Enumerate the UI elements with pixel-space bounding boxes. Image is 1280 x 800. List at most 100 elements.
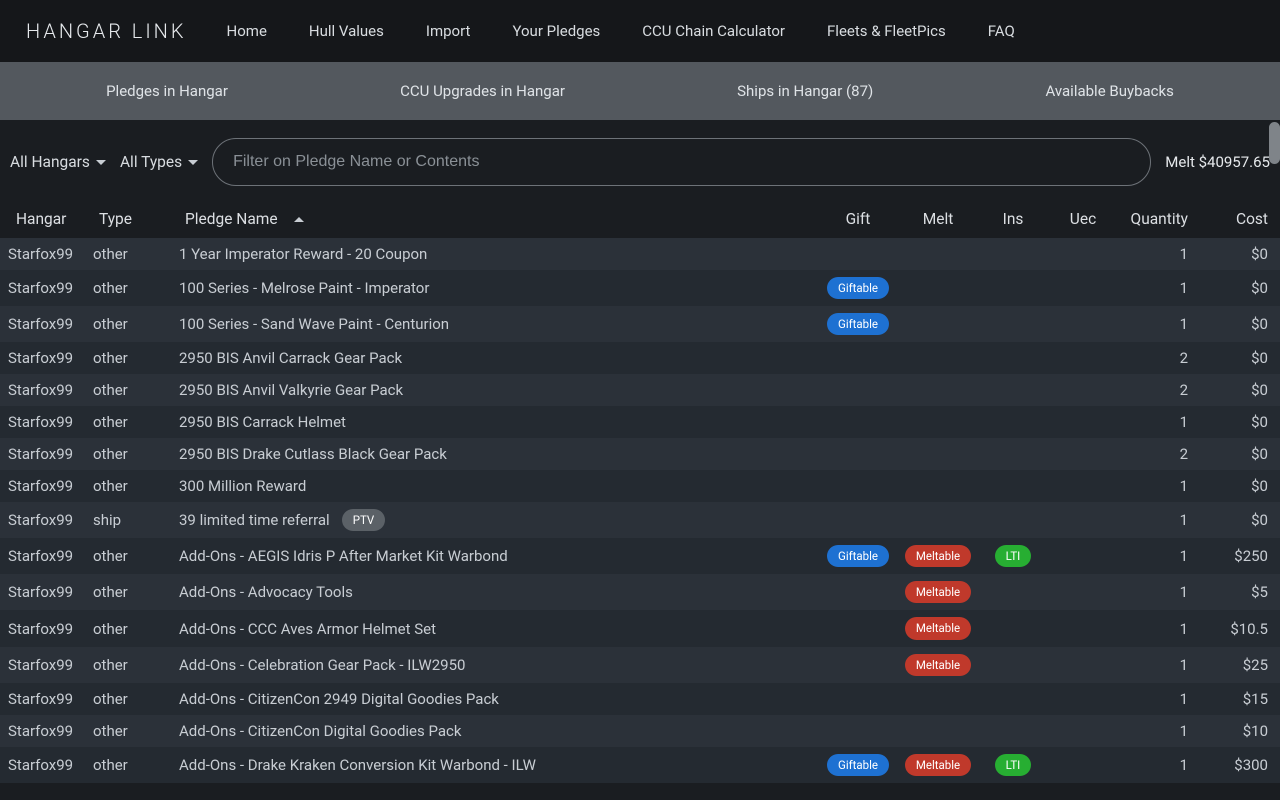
col-gift[interactable]: Gift	[818, 210, 898, 228]
type-dropdown-label: All Types	[120, 153, 182, 171]
tag-badge: PTV	[342, 509, 386, 531]
cell-quantity: 1	[1118, 583, 1198, 601]
pledge-name-text: 300 Million Reward	[179, 477, 306, 495]
table-row[interactable]: Starfox99ship39 limited time referralPTV…	[0, 502, 1280, 538]
cell-cost: $0	[1198, 511, 1268, 529]
cell-pledge-name: 2950 BIS Anvil Valkyrie Gear Pack	[173, 381, 818, 399]
brand-logo: HANGAR LINK	[26, 19, 187, 43]
table-row[interactable]: Starfox99otherAdd-Ons - Celebration Gear…	[0, 647, 1280, 683]
cell-melt: Meltable	[898, 754, 978, 776]
nav-home[interactable]: Home	[227, 22, 267, 40]
cell-quantity: 1	[1118, 477, 1198, 495]
cell-ins: LTI	[978, 545, 1048, 567]
cell-gift: Giftable	[818, 754, 898, 776]
table-row[interactable]: Starfox99otherAdd-Ons - CitizenCon Digit…	[0, 715, 1280, 747]
cell-cost: $0	[1198, 445, 1268, 463]
tab-ships-in-hangar[interactable]: Ships in Hangar (87)	[737, 82, 873, 100]
filter-bar: All Hangars All Types Melt $40957.65	[0, 120, 1280, 200]
cell-type: other	[93, 413, 173, 431]
cell-hangar: Starfox99	[8, 315, 93, 333]
giftable-badge: Giftable	[827, 313, 889, 335]
cell-quantity: 1	[1118, 315, 1198, 333]
cell-hangar: Starfox99	[8, 547, 93, 565]
col-type[interactable]: Type	[99, 210, 179, 228]
cell-quantity: 1	[1118, 245, 1198, 263]
table-header: Hangar Type Pledge Name Gift Melt Ins Ue…	[0, 200, 1280, 238]
tab-pledges-in-hangar[interactable]: Pledges in Hangar	[106, 82, 228, 100]
cell-quantity: 2	[1118, 349, 1198, 367]
col-pledge-name[interactable]: Pledge Name	[179, 210, 818, 228]
cell-cost: $300	[1198, 756, 1268, 774]
pledge-name-text: 39 limited time referral	[179, 511, 330, 529]
cell-pledge-name: 2950 BIS Carrack Helmet	[173, 413, 818, 431]
cell-quantity: 2	[1118, 445, 1198, 463]
cell-cost: $0	[1198, 349, 1268, 367]
nav-import[interactable]: Import	[426, 22, 471, 40]
meltable-badge: Meltable	[905, 617, 971, 639]
cell-hangar: Starfox99	[8, 477, 93, 495]
cell-cost: $250	[1198, 547, 1268, 565]
meltable-badge: Meltable	[905, 581, 971, 603]
cell-cost: $10	[1198, 722, 1268, 740]
cell-type: other	[93, 547, 173, 565]
col-pledge-name-label: Pledge Name	[185, 210, 278, 228]
lti-badge: LTI	[995, 545, 1032, 567]
nav-your-pledges[interactable]: Your Pledges	[512, 22, 600, 40]
table-row[interactable]: Starfox99other100 Series - Sand Wave Pai…	[0, 306, 1280, 342]
table-row[interactable]: Starfox99otherAdd-Ons - Drake Kraken Con…	[0, 747, 1280, 783]
hangar-dropdown[interactable]: All Hangars	[10, 153, 106, 171]
table-row[interactable]: Starfox99other2950 BIS Drake Cutlass Bla…	[0, 438, 1280, 470]
cell-hangar: Starfox99	[8, 349, 93, 367]
tab-ccu-upgrades[interactable]: CCU Upgrades in Hangar	[400, 82, 565, 100]
col-melt[interactable]: Melt	[898, 210, 978, 228]
cell-quantity: 1	[1118, 279, 1198, 297]
chevron-down-icon	[188, 160, 198, 165]
cell-cost: $0	[1198, 245, 1268, 263]
col-quantity[interactable]: Quantity	[1118, 210, 1198, 228]
cell-hangar: Starfox99	[8, 445, 93, 463]
cell-type: other	[93, 477, 173, 495]
table-row[interactable]: Starfox99otherAdd-Ons - Advocacy ToolsMe…	[0, 574, 1280, 610]
cell-gift: Giftable	[818, 277, 898, 299]
pledge-name-text: Add-Ons - CitizenCon Digital Goodies Pac…	[179, 722, 461, 740]
table-row[interactable]: Starfox99other2950 BIS Anvil Carrack Gea…	[0, 342, 1280, 374]
cell-quantity: 1	[1118, 722, 1198, 740]
table-row[interactable]: Starfox99other100 Series - Melrose Paint…	[0, 270, 1280, 306]
tab-available-buybacks[interactable]: Available Buybacks	[1045, 82, 1173, 100]
search-input[interactable]	[212, 138, 1151, 186]
type-dropdown[interactable]: All Types	[120, 153, 198, 171]
nav-links: Home Hull Values Import Your Pledges CCU…	[227, 22, 1015, 40]
table-row[interactable]: Starfox99otherAdd-Ons - CCC Aves Armor H…	[0, 610, 1280, 646]
cell-melt: Meltable	[898, 617, 978, 639]
sub-nav: Pledges in Hangar CCU Upgrades in Hangar…	[0, 62, 1280, 120]
nav-faq[interactable]: FAQ	[988, 22, 1015, 40]
table-row[interactable]: Starfox99other2950 BIS Carrack Helmet1$0	[0, 406, 1280, 438]
cell-pledge-name: Add-Ons - Advocacy Tools	[173, 583, 818, 601]
cell-pledge-name: Add-Ons - Drake Kraken Conversion Kit Wa…	[173, 756, 818, 774]
nav-ccu-calc[interactable]: CCU Chain Calculator	[642, 22, 785, 40]
pledge-name-text: 2950 BIS Drake Cutlass Black Gear Pack	[179, 445, 447, 463]
cell-gift: Giftable	[818, 545, 898, 567]
nav-fleets[interactable]: Fleets & FleetPics	[827, 22, 946, 40]
meltable-badge: Meltable	[905, 754, 971, 776]
table-row[interactable]: Starfox99other300 Million Reward1$0	[0, 470, 1280, 502]
col-uec[interactable]: Uec	[1048, 210, 1118, 228]
nav-hull-values[interactable]: Hull Values	[309, 22, 384, 40]
cell-cost: $10.5	[1198, 620, 1268, 638]
table-row[interactable]: Starfox99otherAdd-Ons - AEGIS Idris P Af…	[0, 538, 1280, 574]
table-row[interactable]: Starfox99otherAdd-Ons - CitizenCon 2949 …	[0, 683, 1280, 715]
col-ins[interactable]: Ins	[978, 210, 1048, 228]
pledge-name-text: 100 Series - Sand Wave Paint - Centurion	[179, 315, 449, 333]
table-row[interactable]: Starfox99other1 Year Imperator Reward - …	[0, 238, 1280, 270]
table-row[interactable]: Starfox99other2950 BIS Anvil Valkyrie Ge…	[0, 374, 1280, 406]
cell-melt: Meltable	[898, 654, 978, 676]
scrollbar-thumb[interactable]	[1269, 122, 1280, 164]
col-cost[interactable]: Cost	[1198, 210, 1268, 228]
col-hangar[interactable]: Hangar	[14, 210, 99, 228]
pledge-name-text: Add-Ons - CitizenCon 2949 Digital Goodie…	[179, 690, 499, 708]
cell-melt: Meltable	[898, 581, 978, 603]
melt-total: Melt $40957.65	[1165, 153, 1270, 171]
lti-badge: LTI	[995, 754, 1032, 776]
cell-type: other	[93, 349, 173, 367]
cell-type: other	[93, 756, 173, 774]
